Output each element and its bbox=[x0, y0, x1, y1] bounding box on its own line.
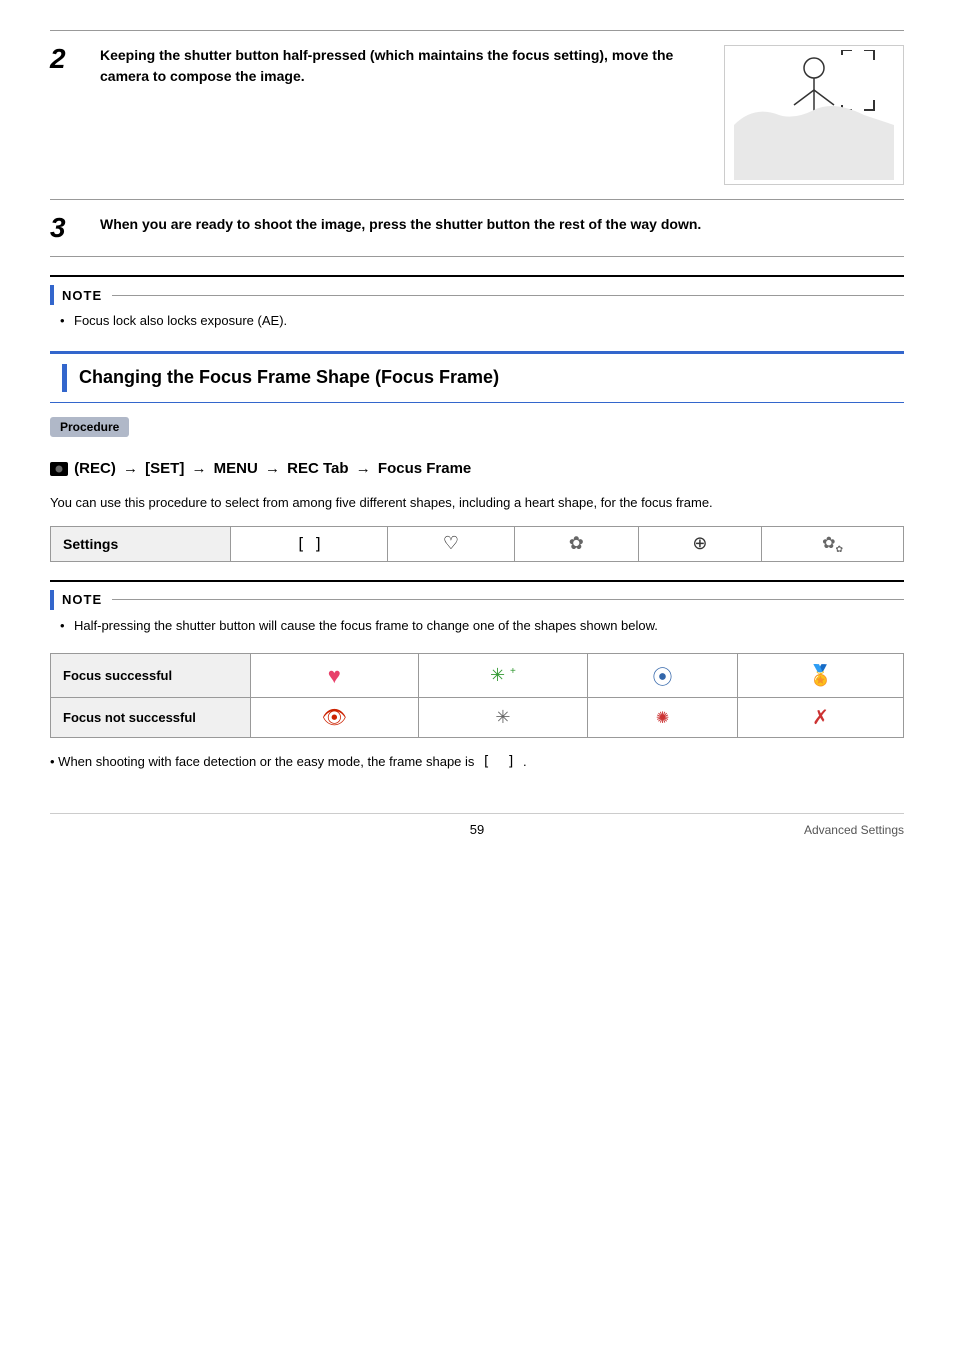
flower-icon: ✿ bbox=[569, 533, 584, 553]
step-2-number: 2 bbox=[50, 45, 80, 73]
note-1-title: NOTE bbox=[62, 288, 102, 303]
step-2-text: Keeping the shutter button half-pressed … bbox=[100, 45, 704, 87]
focus-not-successful-row: Focus not successful 👁 ✳ ✺ ✗ bbox=[51, 698, 904, 738]
green-star-icon: ✳ bbox=[490, 665, 505, 685]
step-3-number: 3 bbox=[50, 214, 80, 242]
heart-outline-icon: ♡ bbox=[443, 533, 459, 553]
target-icon: ⊕ bbox=[692, 533, 707, 553]
note-2-content: Half-pressing the shutter button will ca… bbox=[50, 616, 904, 636]
step-3-text: When you are ready to shoot the image, p… bbox=[100, 214, 904, 235]
focus-not-successful-icon-4: ✗ bbox=[737, 698, 903, 738]
camera-icon-inline bbox=[50, 462, 68, 476]
procedure-tag: Procedure bbox=[50, 417, 129, 437]
settings-option-2: ♡ bbox=[388, 527, 515, 562]
red-star-figure-icon: 🏅 bbox=[808, 665, 833, 687]
procedure-description: You can use this procedure to select fro… bbox=[50, 493, 904, 513]
note-1-item-1: Focus lock also locks exposure (AE). bbox=[60, 311, 904, 331]
settings-table-row: Settings [ ] ♡ ✿ ⊕ ✿✿ bbox=[51, 527, 904, 562]
note-2-line bbox=[112, 599, 904, 600]
step-2-block: 2 Keeping the shutter button half-presse… bbox=[50, 30, 904, 199]
final-note-text: When shooting with face detection or the… bbox=[58, 754, 474, 769]
step-3-block: 3 When you are ready to shoot the image,… bbox=[50, 199, 904, 257]
note-2-bar bbox=[50, 590, 54, 610]
note-1-label: NOTE bbox=[50, 285, 904, 305]
focus-not-successful-icon-1: 👁 bbox=[251, 698, 419, 738]
note-1-block: NOTE Focus lock also locks exposure (AE)… bbox=[50, 275, 904, 331]
note-1-line bbox=[112, 295, 904, 296]
red-x-icon: ✗ bbox=[812, 707, 829, 729]
settings-option-4: ⊕ bbox=[638, 527, 762, 562]
blue-dot-icon: ⦿ bbox=[653, 667, 673, 689]
focus-not-successful-icon-2: ✳ bbox=[418, 698, 588, 738]
section-bar bbox=[62, 364, 67, 392]
note-2-block: NOTE Half-pressing the shutter button wi… bbox=[50, 580, 904, 636]
focus-successful-icon-4: 🏅 bbox=[737, 654, 903, 698]
focus-successful-icon-2: ✳ + bbox=[418, 654, 588, 698]
settings-table: Settings [ ] ♡ ✿ ⊕ ✿✿ bbox=[50, 526, 904, 562]
note-2-label: NOTE bbox=[50, 590, 904, 610]
flower2-icon: ✿ bbox=[822, 535, 835, 552]
focus-successful-label: Focus successful bbox=[51, 654, 251, 698]
note-2-item-1: Half-pressing the shutter button will ca… bbox=[60, 616, 904, 636]
bracket-frame-icon: [ ] bbox=[296, 534, 322, 553]
section-header: Changing the Focus Frame Shape (Focus Fr… bbox=[50, 351, 904, 403]
focus-successful-icon-3: ⦿ bbox=[588, 654, 738, 698]
step-2-image bbox=[724, 45, 904, 185]
settings-option-3: ✿ bbox=[514, 527, 638, 562]
bullet-final: • bbox=[50, 754, 58, 769]
focus-not-successful-icon-3: ✺ bbox=[588, 698, 738, 738]
pink-heart-icon: ♥ bbox=[328, 663, 341, 688]
note-1-bar bbox=[50, 285, 54, 305]
procedure-tag-container: Procedure bbox=[50, 417, 904, 447]
section-title: Changing the Focus Frame Shape (Focus Fr… bbox=[79, 367, 499, 388]
settings-label: Settings bbox=[51, 527, 231, 562]
red-eye-icon: 👁 bbox=[322, 707, 347, 729]
footer-section: Advanced Settings bbox=[619, 823, 904, 837]
note-2-title: NOTE bbox=[62, 592, 102, 607]
settings-option-1: [ ] bbox=[231, 527, 388, 562]
page-number: 59 bbox=[335, 822, 620, 837]
page-footer: 59 Advanced Settings bbox=[50, 813, 904, 837]
final-note: • When shooting with face detection or t… bbox=[50, 752, 904, 773]
settings-option-5: ✿✿ bbox=[762, 527, 904, 562]
note-1-content: Focus lock also locks exposure (AE). bbox=[50, 311, 904, 331]
gray-star-icon: ✳ bbox=[495, 707, 510, 727]
red-cluster-icon: ✺ bbox=[656, 710, 669, 727]
command-text: (REC) → [SET] → MENU → REC Tab → Focus F… bbox=[74, 460, 471, 477]
final-bracket: [ ] bbox=[482, 754, 519, 770]
focus-table: Focus successful ♥ ✳ + ⦿ 🏅 Focus not suc… bbox=[50, 653, 904, 738]
period: . bbox=[523, 754, 527, 769]
command-line: (REC) → [SET] → MENU → REC Tab → Focus F… bbox=[50, 457, 904, 481]
focus-not-successful-label: Focus not successful bbox=[51, 698, 251, 738]
focus-successful-icon-1: ♥ bbox=[251, 654, 419, 698]
focus-successful-row: Focus successful ♥ ✳ + ⦿ 🏅 bbox=[51, 654, 904, 698]
